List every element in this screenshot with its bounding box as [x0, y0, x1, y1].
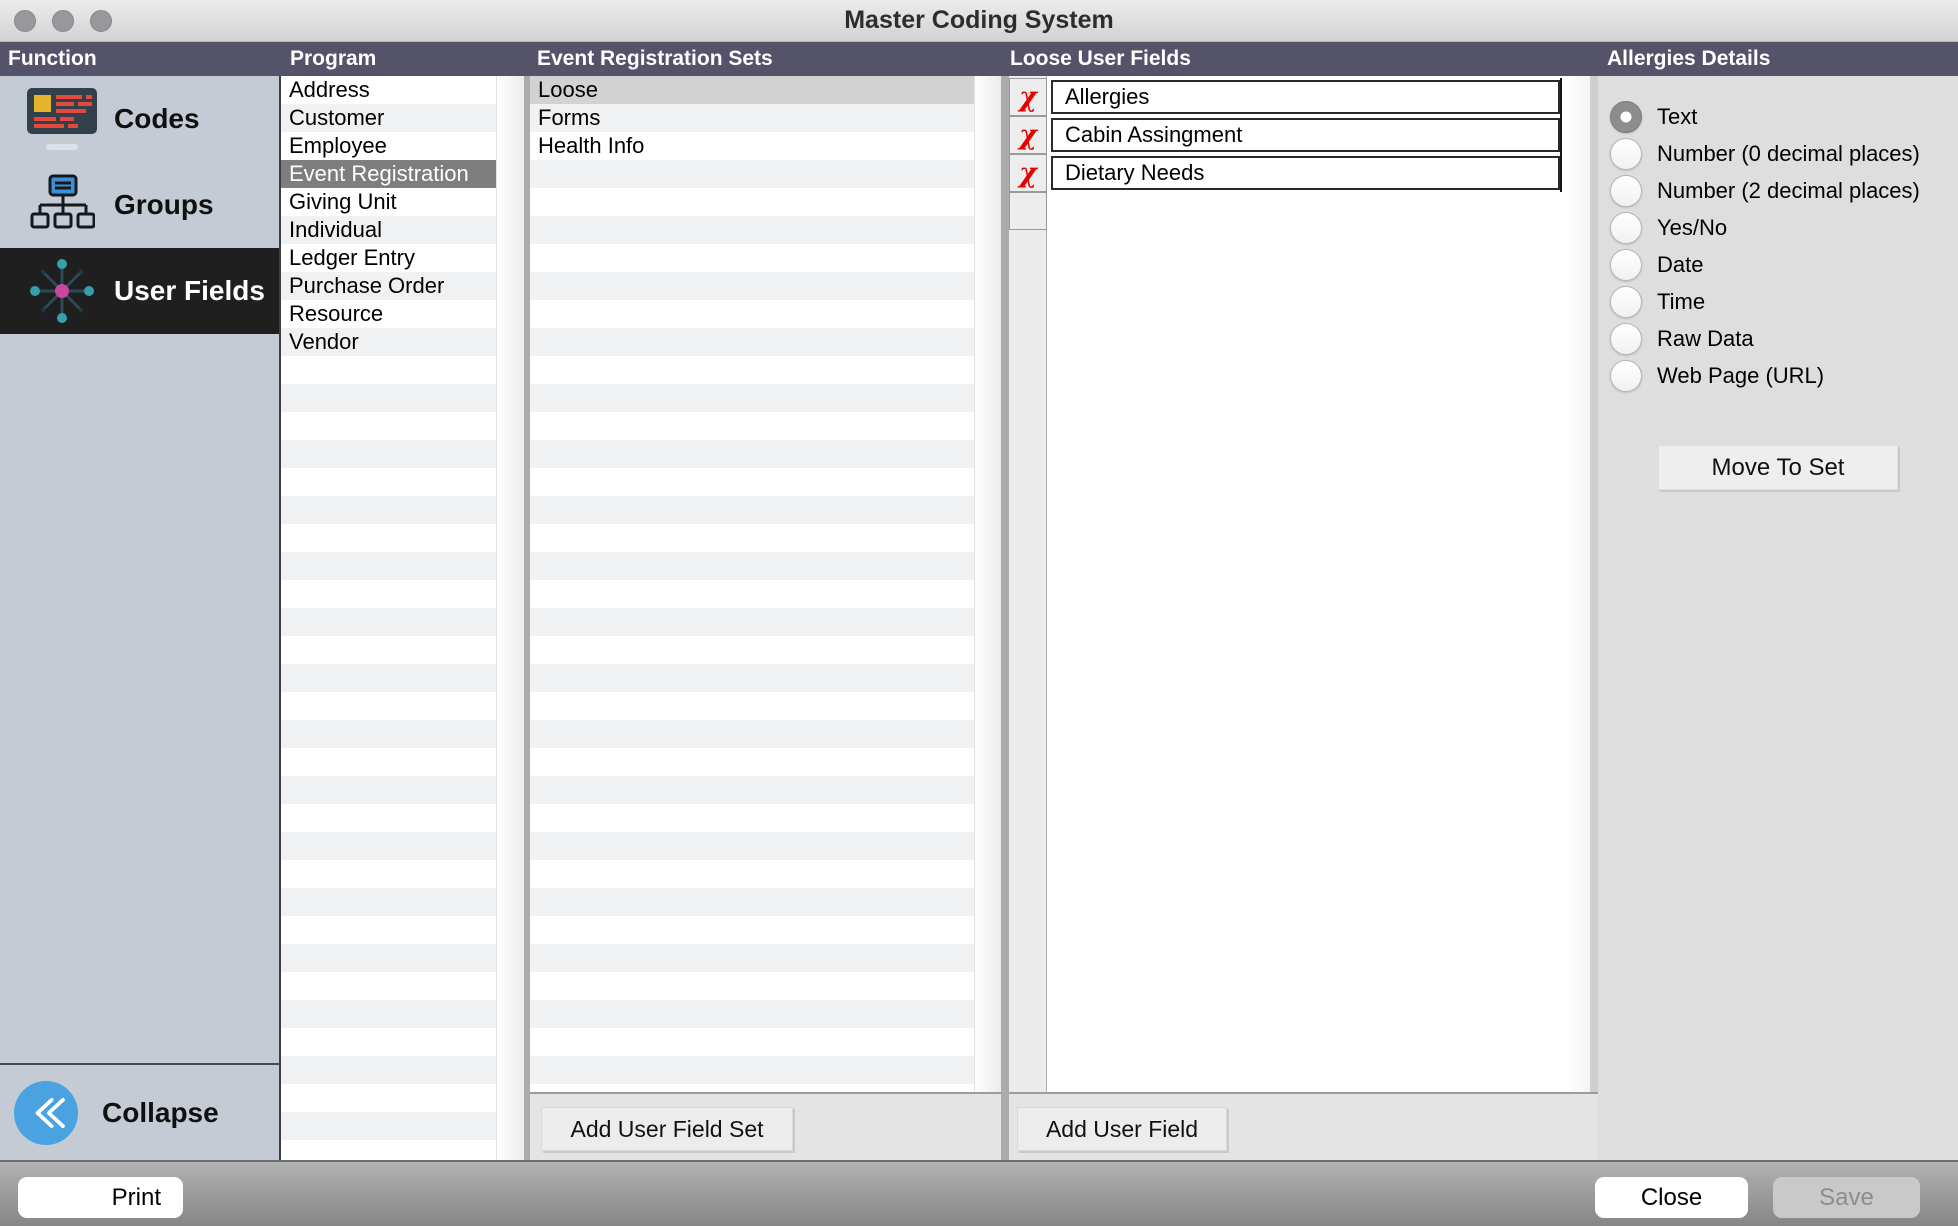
zoom-window-icon[interactable] — [90, 10, 112, 32]
program-row-customer[interactable]: Customer — [281, 104, 496, 132]
add-user-field-button[interactable]: Add User Field — [1017, 1107, 1227, 1151]
set-row-health-info[interactable]: Health Info — [530, 132, 974, 160]
field-type-radio-group: Text Number (0 decimal places) Number (2 d… — [1598, 98, 1958, 394]
fields-button-strip: Add User Field — [1009, 1092, 1598, 1160]
sets-list: LooseFormsHealth Info — [530, 76, 974, 1092]
radio-button-raw-data[interactable] — [1610, 323, 1642, 355]
radio-button-web-page-url[interactable] — [1610, 360, 1642, 392]
titlebar: Master Coding System — [0, 0, 1958, 42]
close-button[interactable]: Close — [1595, 1177, 1748, 1218]
radio-label: Text — [1657, 104, 1697, 130]
radio-button-yes-no[interactable] — [1610, 212, 1642, 244]
field-type-option-web-page-url: Web Page (URL) — [1598, 357, 1958, 394]
program-row-giving-unit[interactable]: Giving Unit — [281, 188, 496, 216]
sidebar-item-codes[interactable]: Codes — [0, 76, 279, 162]
footer-bar: Print Close Save — [0, 1160, 1958, 1226]
sidebar-item-groups[interactable]: Groups — [0, 162, 279, 248]
sets-column: LooseFormsHealth Info Add User Field Set — [530, 76, 1001, 1160]
program-row-resource[interactable]: Resource — [281, 300, 496, 328]
radio-label: Raw Data — [1657, 326, 1754, 352]
radio-label: Yes/No — [1657, 215, 1727, 241]
program-row-address[interactable]: Address — [281, 76, 496, 104]
program-row-event-registration[interactable]: Event Registration — [281, 160, 496, 188]
collapse-chevron-icon — [14, 1081, 78, 1145]
radio-label: Number (2 decimal places) — [1657, 178, 1920, 204]
radio-button-time[interactable] — [1610, 286, 1642, 318]
collapse-button[interactable]: Collapse — [0, 1065, 279, 1160]
function-nav: Codes Groups User Fields — [0, 76, 279, 334]
radio-button-date[interactable] — [1610, 249, 1642, 281]
sidebar-item-user-fields[interactable]: User Fields — [0, 248, 279, 334]
program-column: AddressCustomerEmployeeEvent Registratio… — [281, 76, 524, 1160]
user-field-input-dietary-needs[interactable] — [1051, 156, 1560, 190]
delete-x-icon: χ — [1019, 160, 1037, 187]
delete-field-cell-empty — [1009, 192, 1047, 230]
radio-label: Web Page (URL) — [1657, 363, 1824, 389]
sets-main: LooseFormsHealth Info — [530, 76, 1001, 1092]
traffic-lights — [14, 0, 112, 41]
add-user-field-set-button[interactable]: Add User Field Set — [541, 1107, 793, 1151]
collapse-label: Collapse — [102, 1097, 219, 1129]
delete-field-button[interactable]: χ — [1009, 154, 1047, 192]
print-button[interactable]: Print — [18, 1177, 183, 1218]
set-row-loose[interactable]: Loose — [530, 76, 974, 104]
delete-x-icon: χ — [1019, 122, 1037, 149]
program-list: AddressCustomerEmployeeEvent Registratio… — [281, 76, 496, 1160]
sidebar-item-label: Groups — [114, 189, 214, 221]
radio-button-number-2-decimal-places[interactable] — [1610, 175, 1642, 207]
sidebar-item-label: User Fields — [114, 275, 265, 307]
minimize-window-icon[interactable] — [52, 10, 74, 32]
fields-right-border — [1560, 78, 1562, 192]
window-title: Master Coding System — [0, 6, 1958, 35]
sets-button-strip: Add User Field Set — [530, 1092, 1001, 1160]
header-function: Function — [8, 42, 97, 76]
field-type-option-raw-data: Raw Data — [1598, 320, 1958, 357]
groups-icon — [10, 174, 114, 236]
header-event-registration-sets: Event Registration Sets — [537, 42, 773, 76]
close-window-icon[interactable] — [14, 10, 36, 32]
program-row-ledger-entry[interactable]: Ledger Entry — [281, 244, 496, 272]
program-row-individual[interactable]: Individual — [281, 216, 496, 244]
fields-list: χχχ — [1009, 76, 1598, 1092]
master-coding-system-window: Master Coding System Function Program Ev… — [0, 0, 1958, 1226]
delete-field-button[interactable]: χ — [1009, 78, 1047, 116]
radio-button-number-0-decimal-places[interactable] — [1610, 138, 1642, 170]
column-header-bar: Function Program Event Registration Sets… — [0, 42, 1958, 76]
field-type-option-text: Text — [1598, 98, 1958, 135]
program-row-vendor[interactable]: Vendor — [281, 328, 496, 356]
program-row-employee[interactable]: Employee — [281, 132, 496, 160]
divider-sets-fields — [1001, 76, 1009, 1160]
header-loose-user-fields: Loose User Fields — [1010, 42, 1191, 76]
field-type-option-date: Date — [1598, 246, 1958, 283]
function-sidebar: Codes Groups User Fields — [0, 76, 279, 1160]
delete-field-button[interactable]: χ — [1009, 116, 1047, 154]
allergies-details-panel: Text Number (0 decimal places) Number (2 d… — [1598, 76, 1958, 1160]
fields-column: χχχ Add User Field — [1009, 76, 1598, 1160]
user-fields-icon — [10, 256, 114, 326]
header-program: Program — [290, 42, 376, 76]
user-field-input-cabin-assingment[interactable] — [1051, 118, 1560, 152]
set-row-forms[interactable]: Forms — [530, 104, 974, 132]
program-scrollbar[interactable] — [496, 76, 524, 1160]
radio-label: Date — [1657, 252, 1703, 278]
divider-fields-details — [1590, 76, 1598, 1092]
save-button[interactable]: Save — [1773, 1177, 1920, 1218]
user-field-input-allergies[interactable] — [1051, 80, 1560, 114]
radio-label: Time — [1657, 289, 1705, 315]
field-type-option-yes-no: Yes/No — [1598, 209, 1958, 246]
move-to-set-button[interactable]: Move To Set — [1658, 445, 1898, 490]
field-type-option-time: Time — [1598, 283, 1958, 320]
sidebar-spacer — [0, 334, 279, 1063]
radio-label: Number (0 decimal places) — [1657, 141, 1920, 167]
sets-scrollbar[interactable] — [974, 76, 1001, 1092]
codes-icon — [10, 86, 114, 152]
window-body: Codes Groups User Fields — [0, 76, 1958, 1160]
field-type-option-number-2-decimal-places: Number (2 decimal places) — [1598, 172, 1958, 209]
delete-x-icon: χ — [1019, 84, 1037, 111]
header-allergies-details: Allergies Details — [1607, 42, 1770, 76]
program-row-purchase-order[interactable]: Purchase Order — [281, 272, 496, 300]
field-type-option-number-0-decimal-places: Number (0 decimal places) — [1598, 135, 1958, 172]
radio-button-text[interactable] — [1610, 101, 1642, 133]
sidebar-item-label: Codes — [114, 103, 200, 135]
